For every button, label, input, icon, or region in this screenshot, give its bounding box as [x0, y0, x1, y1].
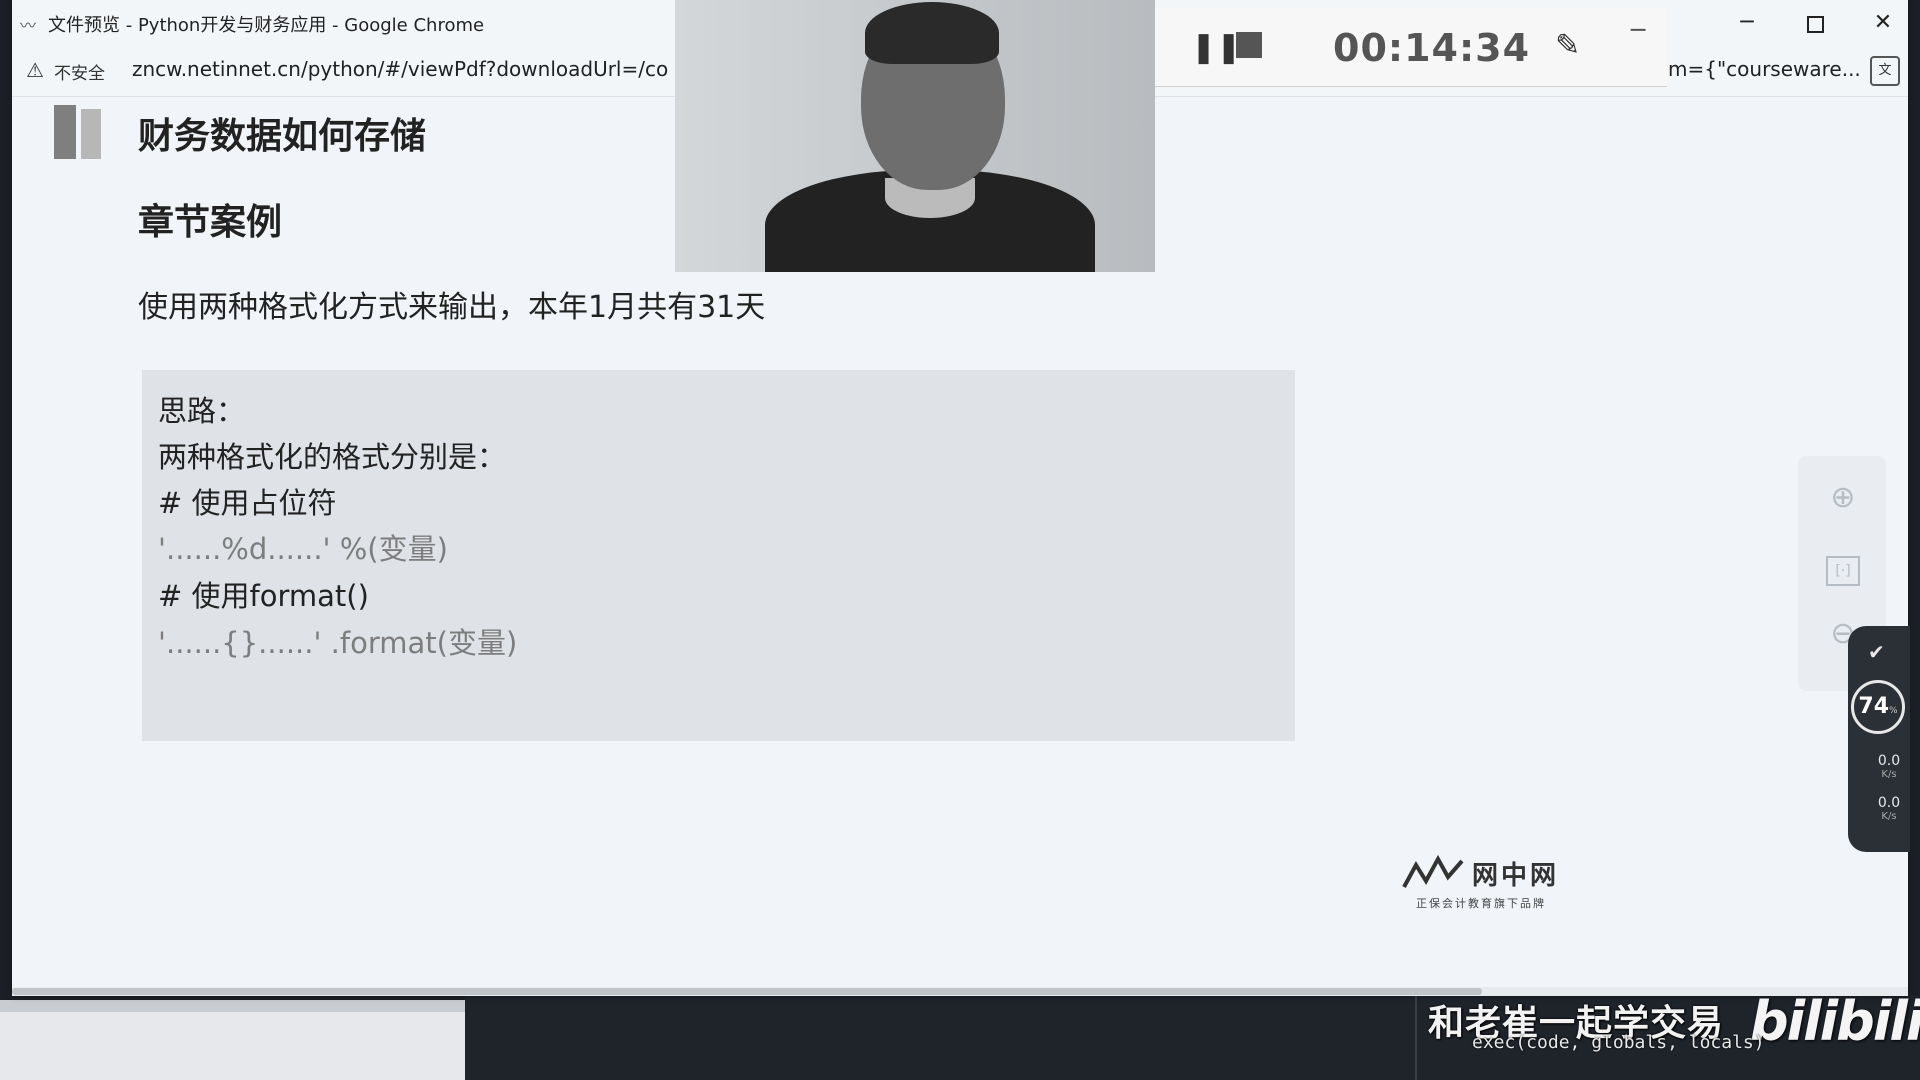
marker-bar-light — [81, 109, 101, 159]
close-button[interactable]: ✕ — [1868, 8, 1898, 38]
recorder-minimize-button[interactable]: ─ — [1631, 16, 1645, 44]
zoom-in-icon[interactable]: ⊕ — [1826, 480, 1860, 515]
shield-icon: ✔ — [1868, 640, 1885, 664]
logo-slogan: 正保会计教育旗下品牌 — [1416, 897, 1546, 910]
case-title: 章节案例 — [138, 202, 283, 243]
warning-icon[interactable]: ⚠ — [26, 58, 44, 82]
fit-page-icon: [·] — [1826, 556, 1860, 586]
system-monitor-widget[interactable]: ✔ 74% 0.0 K/s 0.0 K/s — [1848, 626, 1910, 852]
upload-rate: 0.0 K/s — [1872, 754, 1906, 782]
brand-logo: 网中网 正保会计教育旗下品牌 — [1402, 854, 1592, 915]
security-label[interactable]: 不安全 — [54, 59, 105, 84]
idea-comment: # 使用format() — [158, 579, 369, 613]
logo-wave-icon — [1402, 854, 1464, 888]
download-rate-value: 0.0 — [1877, 795, 1901, 811]
cpu-gauge: 74% — [1851, 680, 1905, 734]
recording-timer: 00:14:34 — [1333, 26, 1531, 70]
idea-code: '......%d......' %(变量) — [158, 532, 448, 566]
upload-rate-unit: K/s — [1881, 769, 1897, 780]
recorder-toolbar: ❚❚ 00:14:34 ✎ ─ — [1155, 8, 1667, 87]
minimize-button[interactable]: ─ — [1732, 8, 1762, 38]
logo-name: 网中网 — [1472, 861, 1560, 891]
marker-bar-dark — [54, 105, 76, 159]
task-description: 使用两种格式化方式来输出，本年1月共有31天 — [138, 290, 766, 325]
download-rate: 0.0 K/s — [1872, 796, 1906, 824]
url-text-tail[interactable]: m={"courseware... — [1668, 57, 1861, 81]
bilibili-logo: bilibili — [1750, 990, 1920, 1053]
download-rate-unit: K/s — [1881, 811, 1897, 822]
idea-comment: # 使用占位符 — [158, 486, 337, 520]
fit-page-button[interactable]: [·] — [1826, 548, 1860, 586]
cpu-unit: % — [1889, 706, 1898, 716]
window-title: 文件预览 - Python开发与财务应用 - Google Chrome — [48, 15, 485, 36]
url-text[interactable]: zncw.netinnet.cn/python/#/viewPdf?downlo… — [132, 57, 687, 81]
code-snippet: exec(code, globals, locals) — [1472, 1032, 1765, 1053]
brush-icon[interactable]: ✎ — [1555, 28, 1580, 63]
idea-code: '......{}......' .format(变量) — [158, 626, 518, 660]
editor-background — [465, 996, 1415, 1080]
maximize-icon — [1806, 16, 1824, 33]
idea-line: 两种格式化的格式分别是： — [158, 440, 507, 474]
presenter-hair — [865, 2, 999, 64]
webcam-video — [675, 0, 1155, 272]
idea-heading: 思路： — [158, 394, 246, 428]
translate-icon[interactable]: 文 — [1870, 56, 1900, 86]
site-favicon-icon: 〰 — [20, 16, 37, 35]
desktop-strip — [0, 1000, 465, 1012]
idea-box: 思路： 两种格式化的格式分别是： # 使用占位符 '......%d......… — [142, 370, 1295, 741]
heading-marker — [54, 105, 106, 159]
upload-rate-value: 0.0 — [1877, 753, 1901, 769]
stop-button[interactable] — [1236, 32, 1262, 58]
pause-button[interactable]: ❚❚ — [1191, 30, 1241, 65]
section-title: 财务数据如何存储 — [138, 116, 427, 157]
desktop-background — [0, 1000, 465, 1080]
cpu-percent: 74 — [1858, 694, 1890, 719]
scrollbar-thumb[interactable] — [12, 988, 1482, 995]
maximize-button[interactable] — [1800, 8, 1830, 38]
